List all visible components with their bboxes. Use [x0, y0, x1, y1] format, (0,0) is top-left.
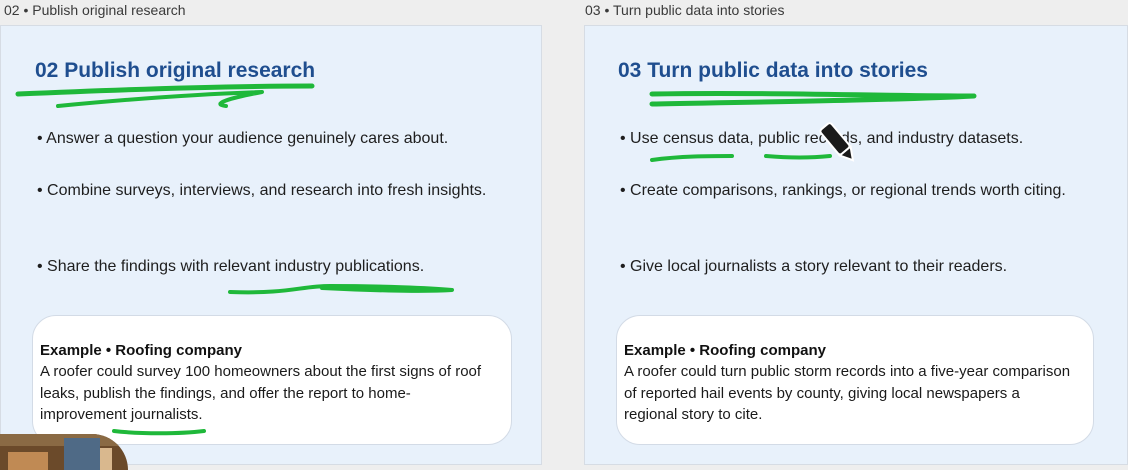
slide-right[interactable]: 03 Turn public data into stories • Use c…	[584, 25, 1128, 465]
bullet-left-2: • Combine surveys, interviews, and resea…	[37, 182, 487, 199]
slide-title-right: 03 Turn public data into stories	[618, 59, 928, 82]
bullet-left-1: • Answer a question your audience genuin…	[37, 130, 449, 147]
example-title-right: Example • Roofing company	[624, 342, 826, 359]
card-label-right[interactable]: 03 • Turn public data into stories	[585, 0, 784, 22]
example-body-right: A roofer could turn public storm records…	[624, 363, 1071, 423]
example-title-left: Example • Roofing company	[40, 342, 242, 359]
example-body-left: A roofer could survey 100 homeowners abo…	[40, 363, 482, 423]
card-label-left[interactable]: 02 • Publish original research	[4, 0, 186, 22]
bullet-right-2: • Create comparisons, rankings, or regio…	[620, 182, 1066, 199]
bullet-left-3: • Share the findings with relevant indus…	[37, 258, 425, 275]
slide-left[interactable]: 02 Publish original research • Answer a …	[0, 25, 542, 465]
slide-title-left: 02 Publish original research	[35, 59, 316, 82]
pen-cursor-icon	[819, 122, 855, 162]
bullet-right-3: • Give local journalists a story relevan…	[620, 258, 1008, 275]
example-box-left: Example • Roofing company A roofer could…	[32, 315, 512, 445]
example-box-right: Example • Roofing company A roofer could…	[616, 315, 1094, 445]
webcam-overlay	[0, 434, 128, 470]
